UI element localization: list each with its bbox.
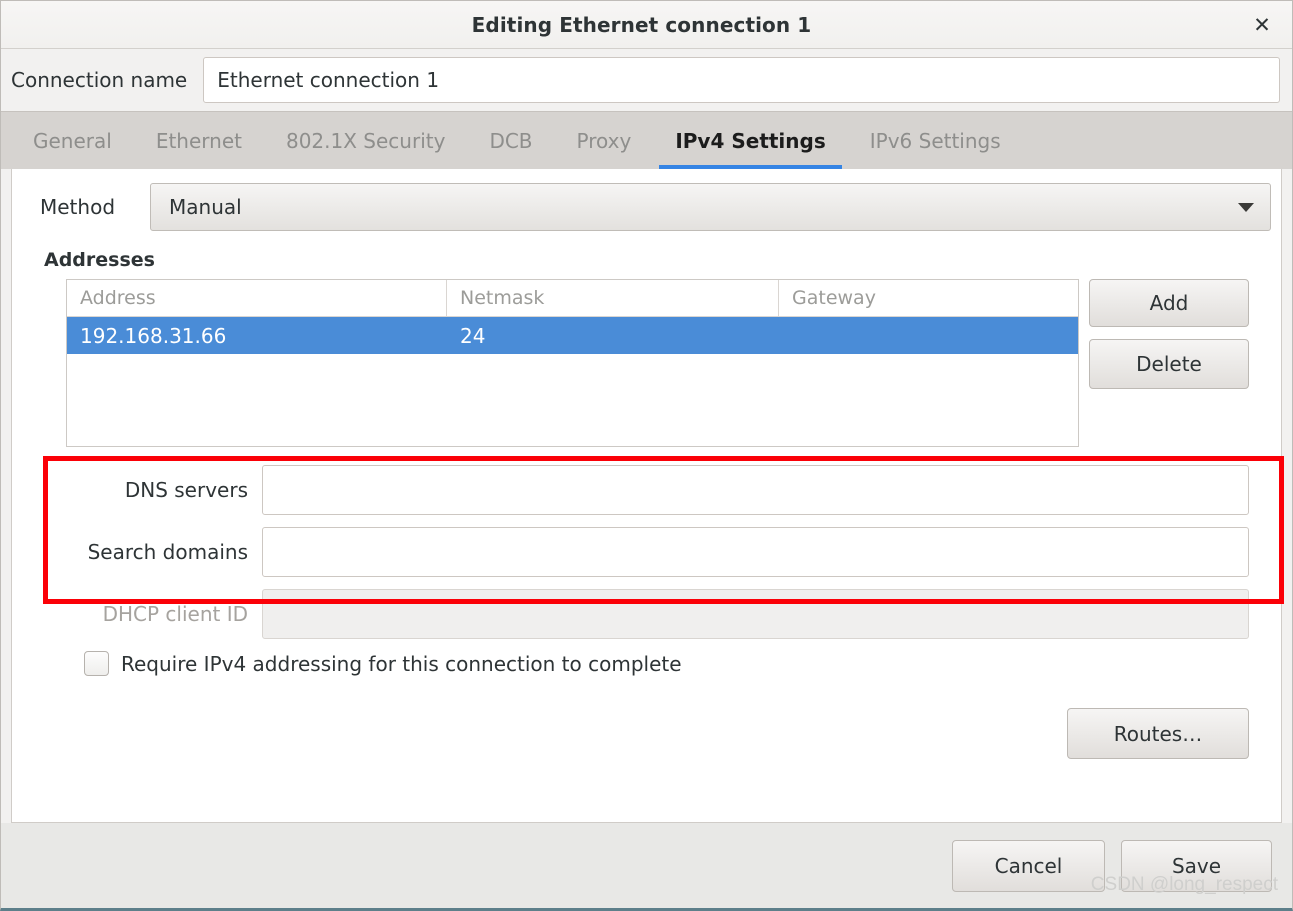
- window-title: Editing Ethernet connection 1: [471, 12, 812, 37]
- method-selected-value: Manual: [169, 195, 242, 219]
- tab-ipv6-settings[interactable]: IPv6 Settings: [848, 112, 1023, 169]
- save-button[interactable]: Save: [1121, 839, 1272, 892]
- tab-general[interactable]: General: [11, 112, 134, 169]
- cancel-button[interactable]: Cancel: [952, 839, 1105, 892]
- add-button[interactable]: Add: [1089, 279, 1249, 327]
- edit-connection-dialog: Editing Ethernet connection 1 ✕ Connecti…: [0, 0, 1293, 911]
- delete-button[interactable]: Delete: [1089, 339, 1249, 389]
- cell-netmask: 24: [460, 323, 486, 348]
- cell-gateway: [779, 317, 1078, 354]
- dialog-footer: Cancel Save: [1, 823, 1292, 908]
- search-domains-row: Search domains: [22, 527, 1271, 577]
- tab-8021x-security[interactable]: 802.1X Security: [264, 112, 467, 169]
- column-header-netmask[interactable]: Netmask: [447, 280, 779, 316]
- ipv4-settings-panel: Method Manual Addresses Address Netmask …: [11, 169, 1284, 823]
- cell-address: 192.168.31.66: [80, 323, 227, 348]
- tab-proxy[interactable]: Proxy: [555, 112, 654, 169]
- column-header-address[interactable]: Address: [67, 280, 447, 316]
- addresses-area: Address Netmask Gateway 192.168.31.66 24…: [22, 279, 1271, 447]
- method-label: Method: [40, 195, 116, 219]
- addresses-section-title: Addresses: [44, 249, 155, 271]
- require-ipv4-checkbox[interactable]: [84, 651, 109, 676]
- dns-servers-row: DNS servers: [22, 465, 1271, 515]
- tab-ethernet[interactable]: Ethernet: [134, 112, 264, 169]
- connection-name-label: Connection name: [11, 68, 188, 92]
- addresses-buttons: Add Delete: [1089, 279, 1249, 389]
- addresses-table[interactable]: Address Netmask Gateway 192.168.31.66 24: [66, 279, 1079, 447]
- title-bar: Editing Ethernet connection 1 ✕: [1, 1, 1292, 49]
- dns-servers-input[interactable]: [262, 465, 1249, 515]
- table-row[interactable]: 192.168.31.66 24: [67, 317, 1078, 354]
- routes-row: Routes…: [22, 708, 1271, 759]
- dns-servers-label: DNS servers: [124, 478, 248, 502]
- search-domains-label: Search domains: [87, 540, 248, 564]
- require-ipv4-row[interactable]: Require IPv4 addressing for this connect…: [84, 651, 1271, 676]
- dhcp-client-id-label: DHCP client ID: [102, 602, 248, 626]
- table-row-empty: [67, 354, 1078, 384]
- close-icon[interactable]: ✕: [1242, 5, 1282, 45]
- tab-ipv4-settings[interactable]: IPv4 Settings: [653, 112, 847, 169]
- routes-button[interactable]: Routes…: [1067, 708, 1249, 759]
- method-row: Method Manual: [22, 183, 1271, 231]
- chevron-down-icon: [1238, 202, 1254, 212]
- addresses-table-header: Address Netmask Gateway: [67, 280, 1078, 317]
- connection-name-row: Connection name: [1, 49, 1292, 111]
- dhcp-client-id-row: DHCP client ID: [22, 589, 1271, 639]
- dhcp-client-id-input: [262, 589, 1249, 639]
- column-header-gateway[interactable]: Gateway: [779, 280, 1078, 316]
- require-ipv4-label: Require IPv4 addressing for this connect…: [121, 651, 682, 676]
- tab-bar: General Ethernet 802.1X Security DCB Pro…: [1, 111, 1292, 169]
- tab-dcb[interactable]: DCB: [467, 112, 554, 169]
- search-domains-input[interactable]: [262, 527, 1249, 577]
- ip-config-fields: DNS servers Search domains DHCP client I…: [22, 465, 1271, 639]
- method-dropdown[interactable]: Manual: [150, 183, 1271, 231]
- connection-name-input[interactable]: [203, 57, 1280, 103]
